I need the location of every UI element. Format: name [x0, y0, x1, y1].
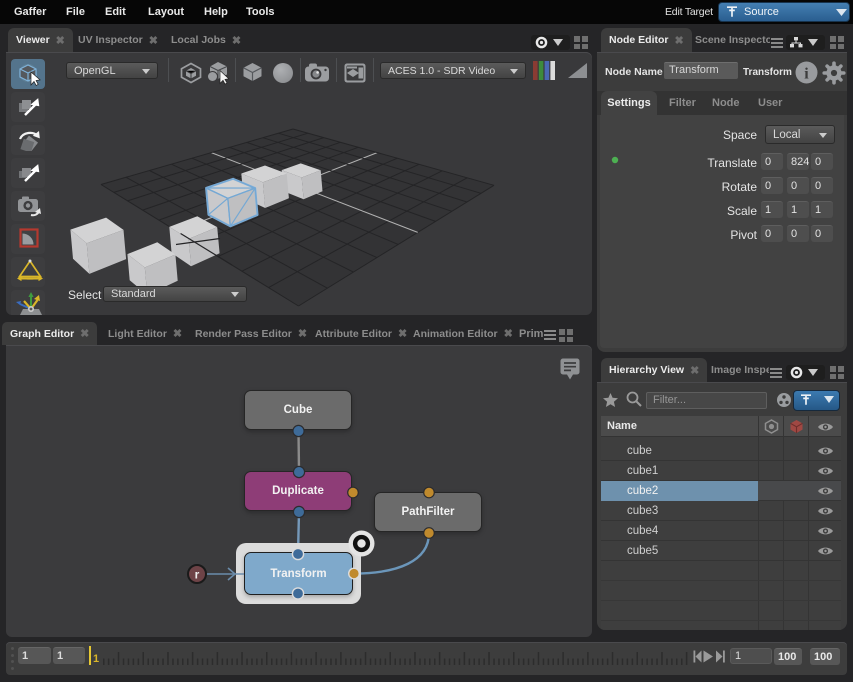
svg-text:r: r	[195, 568, 200, 582]
svg-text:i: i	[804, 66, 809, 83]
